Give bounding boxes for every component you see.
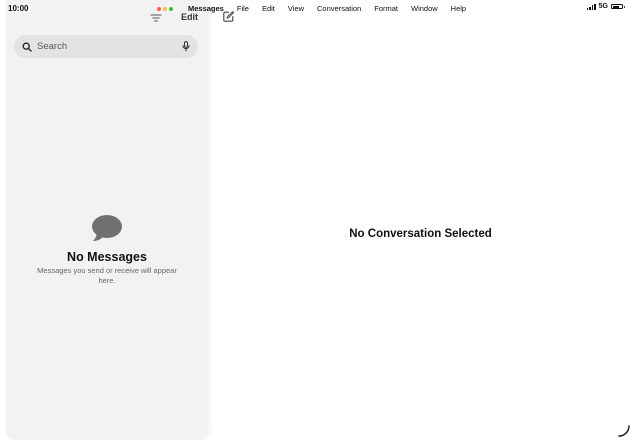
search-field[interactable] [14, 35, 198, 58]
filter-lines-icon[interactable] [150, 13, 162, 23]
menu-conversation[interactable]: Conversation [317, 4, 361, 13]
battery-icon [611, 4, 625, 9]
network-label: 5G [598, 3, 608, 10]
menu-format[interactable]: Format [374, 4, 398, 13]
menu-help[interactable]: Help [451, 4, 466, 13]
zoom-window-button[interactable] [169, 7, 173, 11]
signal-bars-icon [586, 3, 596, 10]
resize-handle-icon[interactable] [618, 425, 630, 437]
minimize-window-button[interactable] [163, 7, 167, 11]
close-window-button[interactable] [157, 7, 161, 11]
messages-app-screen: 10:00 5G Edit Messages File Edit View Co… [0, 0, 633, 440]
message-bubble-icon [92, 215, 122, 241]
empty-state-title: No Messages [67, 250, 147, 264]
empty-state-subtitle: Messages you send or receive will appear… [37, 266, 177, 285]
menu-bar: Messages File Edit View Conversation For… [188, 4, 479, 13]
menu-edit[interactable]: Edit [262, 4, 275, 13]
menu-messages[interactable]: Messages [188, 4, 224, 13]
status-time: 10:00 [8, 4, 29, 13]
search-input[interactable] [37, 41, 182, 52]
search-icon [22, 42, 32, 52]
menu-window[interactable]: Window [411, 4, 438, 13]
empty-state: No Messages Messages you send or receive… [6, 214, 208, 286]
no-conversation-label: No Conversation Selected [349, 228, 492, 240]
status-indicators: 5G [586, 3, 625, 10]
edit-button[interactable]: Edit [181, 12, 198, 22]
menu-view[interactable]: View [288, 4, 304, 13]
window-controls [157, 7, 173, 11]
menu-file[interactable]: File [237, 4, 249, 13]
microphone-icon[interactable] [182, 41, 190, 52]
